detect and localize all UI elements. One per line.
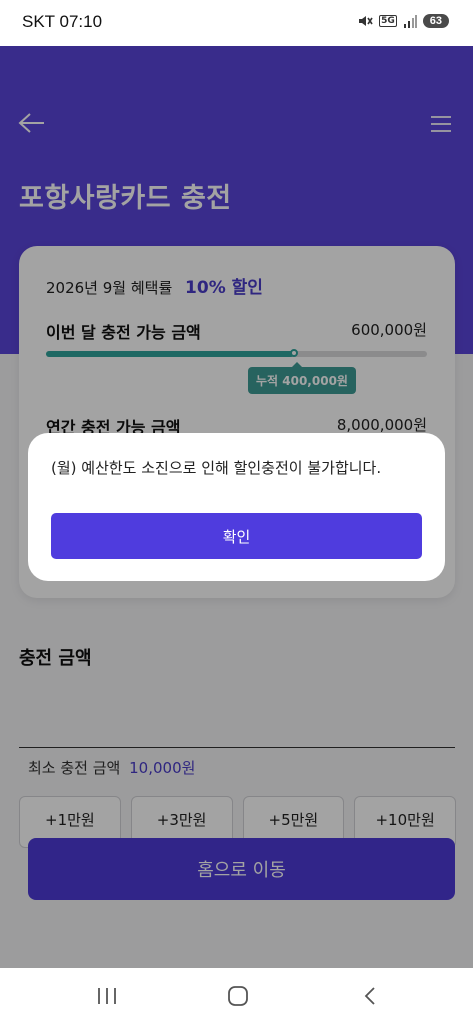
dialog-message: (월) 예산한도 소진으로 인해 할인충전이 불가합니다. — [51, 459, 382, 477]
recent-apps-icon[interactable] — [96, 988, 118, 1004]
status-bar: SKT 07:10 5G 63 — [0, 0, 473, 46]
confirm-button[interactable]: 확인 — [51, 513, 422, 559]
mute-icon — [359, 16, 373, 26]
status-time: SKT 07:10 — [22, 12, 102, 32]
nav-back-icon[interactable] — [362, 986, 378, 1006]
alert-dialog: (월) 예산한도 소진으로 인해 할인충전이 불가합니다. 확인 — [28, 433, 445, 581]
status-icons: 5G 63 — [357, 13, 449, 29]
network-badge: 5G — [379, 15, 397, 27]
clock: 07:10 — [59, 12, 103, 31]
home-icon[interactable] — [227, 985, 249, 1007]
signal-icon — [403, 15, 417, 28]
carrier-label: SKT — [22, 12, 55, 31]
system-nav-bar — [0, 968, 473, 1024]
battery-indicator: 63 — [422, 14, 449, 28]
